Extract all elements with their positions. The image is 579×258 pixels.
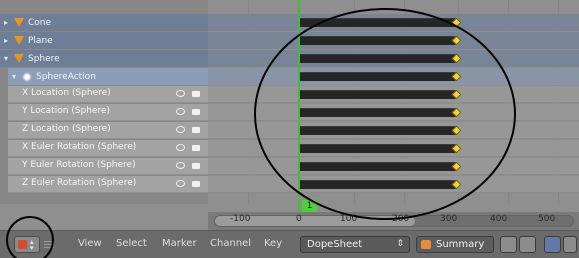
channel-action[interactable]: ▾ SphereAction bbox=[8, 68, 208, 85]
summary-toggle[interactable]: Summary bbox=[416, 236, 494, 253]
channel-object-sphere[interactable]: ▾ Sphere bbox=[0, 50, 208, 67]
eye-icon[interactable] bbox=[176, 180, 185, 187]
eye-icon[interactable] bbox=[176, 90, 185, 97]
lock-icon[interactable] bbox=[192, 145, 200, 151]
collapse-arrow-icon[interactable]: ▾ bbox=[0, 54, 12, 63]
object-triangle-icon bbox=[14, 36, 24, 45]
expand-arrow-icon[interactable]: ▸ bbox=[0, 18, 12, 27]
dopesheet-editor: ▸ Cone ▸ Plane ▾ Sphere ▾ SphereAction X… bbox=[0, 0, 579, 258]
ruler-tick: -100 bbox=[230, 214, 251, 224]
fcurve-label: Y Euler Rotation (Sphere) bbox=[22, 160, 136, 170]
more-options-icon[interactable] bbox=[563, 236, 577, 253]
mode-dropdown-value: DopeSheet bbox=[307, 239, 363, 250]
channel-fcurve[interactable]: Z Euler Rotation (Sphere) bbox=[8, 176, 208, 193]
only-selected-icon[interactable] bbox=[500, 236, 517, 253]
collapse-arrow-icon[interactable]: ▾ bbox=[8, 72, 20, 81]
dropdown-caret-icon: ⇕ bbox=[396, 239, 404, 249]
object-triangle-icon bbox=[14, 18, 24, 27]
channel-label: Plane bbox=[28, 35, 53, 46]
ruler-tick: 500 bbox=[538, 214, 556, 224]
channel-fcurve[interactable]: X Euler Rotation (Sphere) bbox=[8, 140, 208, 157]
fcurve-label: Z Euler Rotation (Sphere) bbox=[22, 178, 137, 188]
ruler-tick: 400 bbox=[490, 214, 508, 224]
channel-list: ▸ Cone ▸ Plane ▾ Sphere ▾ SphereAction X… bbox=[0, 0, 208, 204]
annotation-circle-editor-type bbox=[6, 216, 54, 258]
lock-icon[interactable] bbox=[192, 181, 200, 187]
menu-select[interactable]: Select bbox=[116, 238, 147, 249]
ruler-tick: 300 bbox=[440, 214, 458, 224]
eye-icon[interactable] bbox=[176, 126, 185, 133]
channel-object-plane[interactable]: ▸ Plane bbox=[0, 32, 208, 49]
menu-channel[interactable]: Channel bbox=[210, 238, 251, 249]
ruler-tick: 0 bbox=[296, 214, 302, 224]
eye-icon[interactable] bbox=[176, 108, 185, 115]
action-icon bbox=[22, 71, 32, 82]
lock-icon[interactable] bbox=[192, 127, 200, 133]
eye-icon[interactable] bbox=[176, 162, 185, 169]
channel-fcurve[interactable]: Y Euler Rotation (Sphere) bbox=[8, 158, 208, 175]
channel-fcurve[interactable]: Y Location (Sphere) bbox=[8, 104, 208, 121]
eye-icon[interactable] bbox=[176, 144, 185, 151]
summary-label: Summary bbox=[436, 239, 485, 250]
fcurve-label: X Euler Rotation (Sphere) bbox=[22, 142, 137, 152]
lock-icon[interactable] bbox=[192, 109, 200, 115]
object-triangle-icon bbox=[14, 54, 24, 63]
show-hidden-icon[interactable] bbox=[519, 236, 536, 253]
fcurve-label: Z Location (Sphere) bbox=[22, 124, 111, 134]
menu-view[interactable]: View bbox=[78, 238, 102, 249]
channel-object-cone[interactable]: ▸ Cone bbox=[0, 14, 208, 31]
channel-label: SphereAction bbox=[36, 71, 96, 82]
menu-key[interactable]: Key bbox=[264, 238, 282, 249]
expand-arrow-icon[interactable]: ▸ bbox=[0, 36, 12, 45]
channel-fcurve[interactable]: Z Location (Sphere) bbox=[8, 122, 208, 139]
lock-icon[interactable] bbox=[192, 91, 200, 97]
channel-fcurve[interactable]: X Location (Sphere) bbox=[8, 86, 208, 103]
fcurve-label: X Location (Sphere) bbox=[22, 88, 111, 98]
channel-label: Sphere bbox=[28, 53, 60, 64]
editor-header: ▴ ▾ View Select Marker Channel Key DopeSh… bbox=[0, 230, 579, 258]
lock-icon[interactable] bbox=[192, 163, 200, 169]
summary-checkbox-icon bbox=[421, 240, 431, 249]
annotation-ellipse-keyframes bbox=[254, 8, 516, 220]
fcurve-label: Y Location (Sphere) bbox=[22, 106, 111, 116]
mode-dropdown[interactable]: DopeSheet ⇕ bbox=[300, 236, 410, 253]
menu-marker[interactable]: Marker bbox=[162, 238, 197, 249]
filter-icon[interactable] bbox=[544, 236, 561, 253]
channel-label: Cone bbox=[28, 17, 52, 28]
